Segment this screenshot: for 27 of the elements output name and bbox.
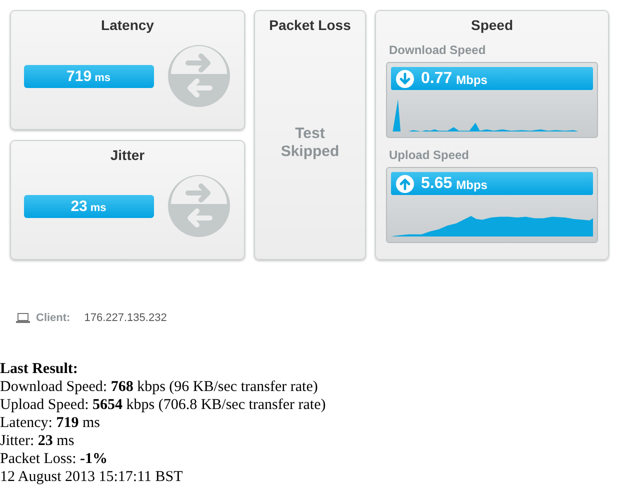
arrows-gauge-icon [166, 43, 232, 109]
speed-label: Upload Speed [389, 148, 470, 162]
card-title: Speed [470, 17, 514, 33]
result-line: 12 August 2013 15:17:11 BST [0, 468, 184, 486]
unit-text: Mbps [456, 178, 488, 192]
result-line: Jitter: 23 ms [0, 432, 76, 450]
unit-text: ms [90, 200, 106, 216]
status-text: Test Skipped [280, 125, 340, 161]
client-label: Client: [36, 312, 70, 324]
result-heading: Last Result: [0, 360, 79, 378]
card-title: Jitter [110, 147, 145, 163]
result-line: Upload Speed: 5654 kbps (706.8 KB/sec transfer rate) [0, 396, 327, 414]
card-title: Latency [101, 17, 154, 33]
result-line: Latency: 719 ms [0, 414, 101, 432]
result-line: Packet Loss: -1% [0, 450, 108, 468]
result-line: Download Speed: 768 kbps (96 KB/sec transfer rate) [0, 378, 319, 396]
client-ip: 176.227.135.232 [84, 312, 167, 324]
speed-value: 0.77 [421, 70, 452, 88]
value-text: 719 [66, 66, 92, 86]
speed-label: Download Speed [389, 43, 487, 57]
laptop-icon [16, 313, 30, 323]
unit-text: Mbps [456, 73, 488, 87]
value-text: 23 [70, 196, 88, 216]
card-title: Packet Loss [269, 17, 351, 33]
speed-value: 5.65 [421, 174, 452, 192]
arrows-gauge-icon [166, 173, 232, 239]
unit-text: ms [94, 70, 110, 86]
